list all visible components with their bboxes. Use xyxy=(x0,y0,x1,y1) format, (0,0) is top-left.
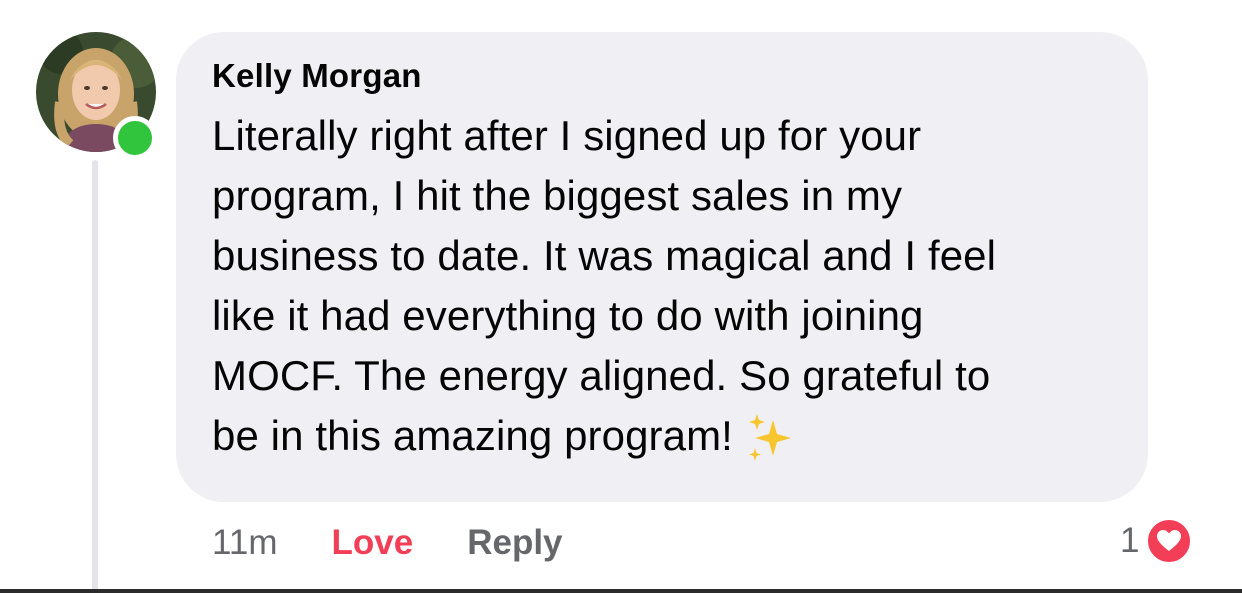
love-button[interactable]: Love xyxy=(332,523,414,563)
comment-line: business to date. It was magical and I f… xyxy=(212,232,997,279)
online-status-indicator xyxy=(113,116,157,160)
comment-actions: 11m Love Reply xyxy=(212,520,563,566)
comment-line: like it had everything to do with joinin… xyxy=(212,292,924,339)
comment-line: Literally right after I signed up for yo… xyxy=(212,112,922,159)
reply-button[interactable]: Reply xyxy=(467,523,562,563)
thread-line xyxy=(92,160,98,593)
comment-view: Kelly Morgan Literally right after I sig… xyxy=(0,0,1242,593)
heart-icon xyxy=(1145,517,1194,565)
reaction-count: 1 xyxy=(1120,521,1140,560)
divider xyxy=(0,589,1242,593)
timestamp[interactable]: 11m xyxy=(212,523,278,563)
sparkles-icon xyxy=(748,413,791,461)
reaction-summary[interactable]: 1 xyxy=(1120,516,1194,566)
author-name[interactable]: Kelly Morgan xyxy=(212,56,1118,96)
comment-text: Literally right after I signed up for yo… xyxy=(212,106,1118,468)
comment-bubble: Kelly Morgan Literally right after I sig… xyxy=(176,32,1148,502)
comment-line: program, I hit the biggest sales in my xyxy=(212,172,903,219)
comment-line: MOCF. The energy aligned. So grateful to xyxy=(212,352,991,399)
comment-line: be in this amazing program! xyxy=(212,412,733,459)
